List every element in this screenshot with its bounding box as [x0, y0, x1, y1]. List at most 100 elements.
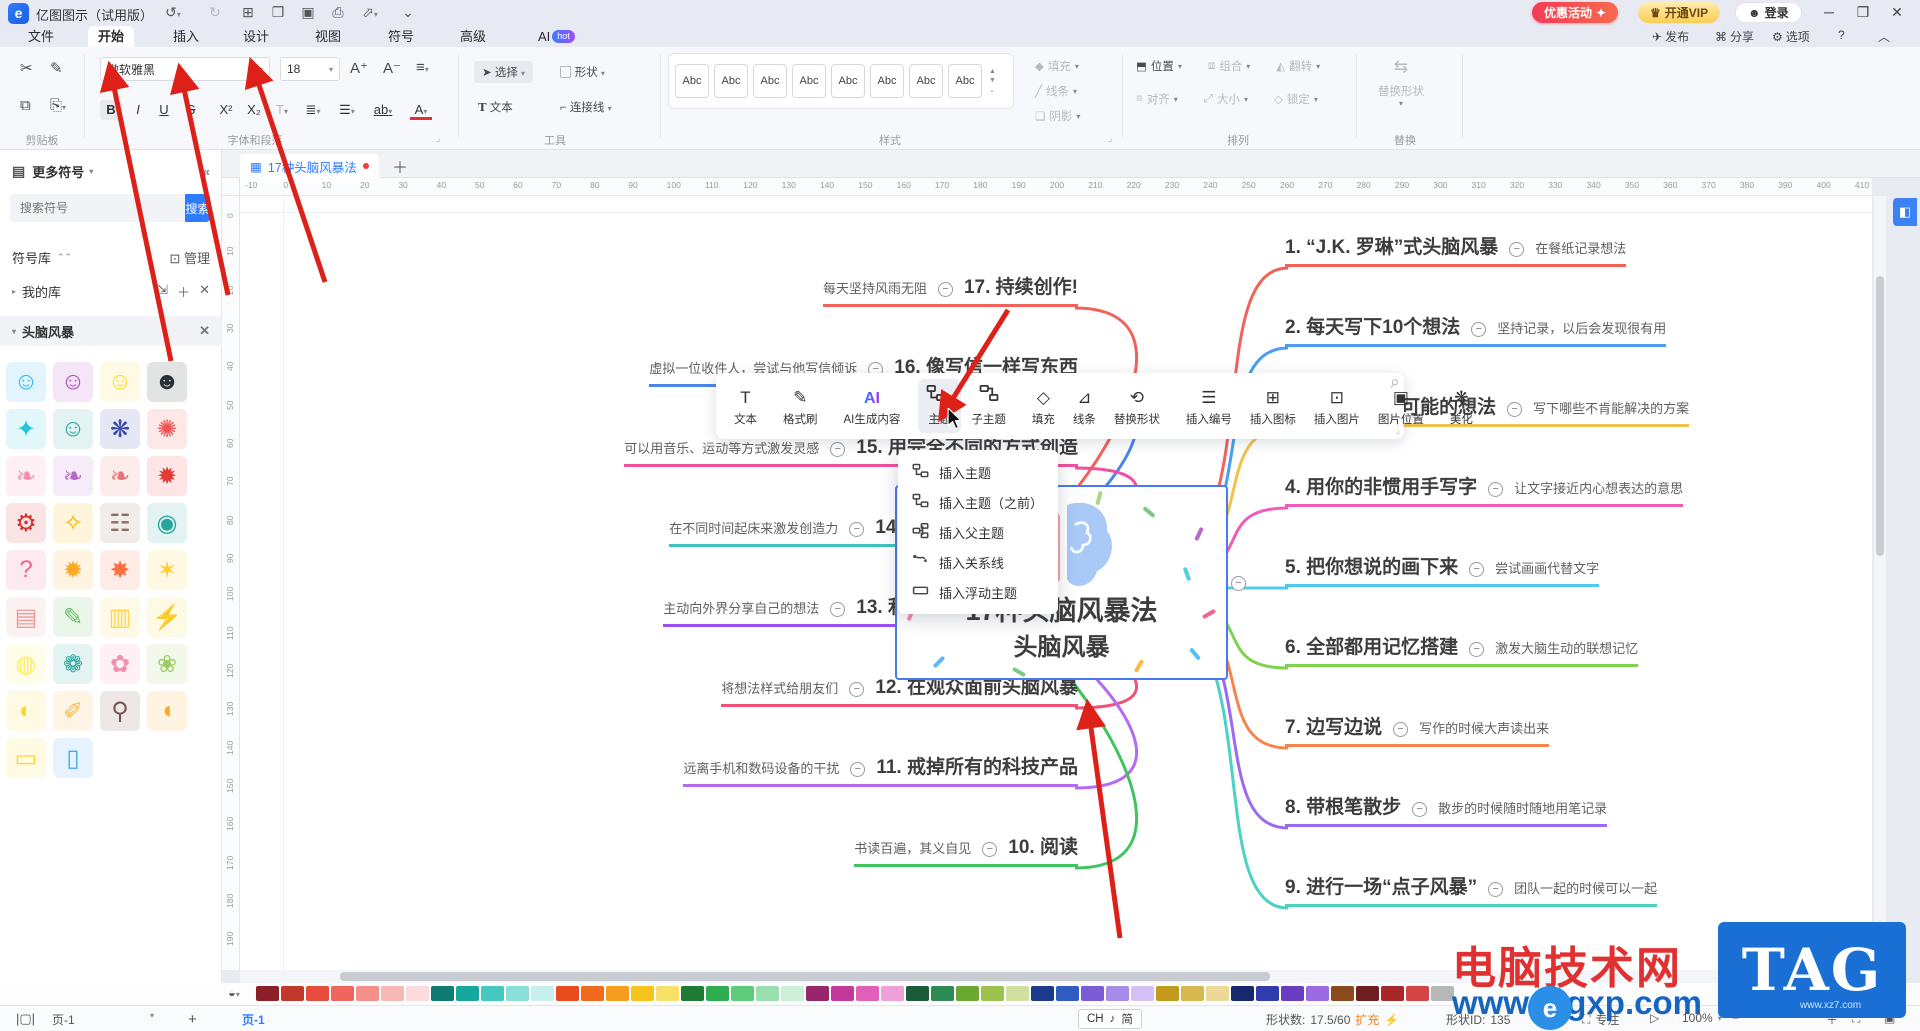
symbol-sticker[interactable]: ☺ — [53, 362, 93, 402]
palette-color[interactable] — [1131, 986, 1154, 1001]
symbol-sticker[interactable]: ▯ — [53, 738, 93, 778]
tab-设计[interactable]: 设计 — [233, 26, 279, 47]
palette-color[interactable] — [581, 986, 604, 1001]
ft-插入图片-button[interactable]: ⊡ 插入图片 — [1306, 379, 1368, 433]
palette-color[interactable] — [656, 986, 679, 1001]
format-painter-icon[interactable]: ✎ — [50, 59, 63, 77]
line-menu[interactable]: ╱ 线条 ▾ — [1035, 83, 1077, 99]
palette-color[interactable] — [406, 986, 429, 1001]
ft-插入编号-button[interactable]: ☰ 插入编号 — [1178, 379, 1240, 433]
palette-color[interactable] — [481, 986, 504, 1001]
menu-item-插入主题（之前）[interactable]: 插入主题（之前） — [898, 487, 1058, 517]
quick-access-more-icon[interactable]: ⌄ — [398, 4, 418, 21]
increase-font-icon[interactable]: A⁺ — [350, 59, 368, 77]
palette-color[interactable] — [1256, 986, 1279, 1001]
symbol-sticker[interactable]: ◉ — [147, 503, 187, 543]
style-swatch[interactable]: Abc — [831, 64, 865, 98]
palette-color[interactable] — [681, 986, 704, 1001]
ft-文本-button[interactable]: T 文本 — [726, 379, 765, 433]
ft-AI生成内容-button[interactable]: AI AI生成内容 — [836, 379, 909, 433]
palette-color[interactable] — [506, 986, 529, 1001]
copy-icon[interactable]: ⧉ — [20, 97, 31, 114]
palette-color[interactable] — [831, 986, 854, 1001]
more-symbols-menu[interactable]: ▤ 更多符号 ▾ « — [0, 158, 222, 184]
palette-color[interactable] — [856, 986, 879, 1001]
palette-color[interactable] — [1381, 986, 1404, 1001]
symbol-search-button[interactable]: 搜索 — [185, 194, 210, 222]
menu-item-插入主题[interactable]: 插入主题 — [898, 457, 1058, 487]
palette-color[interactable] — [1231, 986, 1254, 1001]
ft-替换形状-button[interactable]: ⟲ 替换形状 — [1106, 379, 1168, 433]
style-swatch[interactable]: Abc — [948, 64, 982, 98]
symbol-sticker[interactable]: ❁ — [53, 644, 93, 684]
symbol-sticker[interactable]: ⚲ — [100, 691, 140, 731]
style-swatch[interactable]: Abc — [675, 64, 709, 98]
palette-color[interactable] — [356, 986, 379, 1001]
symbol-sticker[interactable]: ▭ — [6, 738, 46, 778]
ft-图片位置-button[interactable]: ▣ 图片位置 — [1370, 379, 1432, 433]
tab-高级[interactable]: 高级 — [450, 26, 496, 47]
maximize-button[interactable]: ❐ — [1852, 4, 1874, 21]
add-library-icon[interactable]: ＋ — [177, 282, 190, 301]
underline-button[interactable]: U — [153, 100, 175, 120]
symbol-sticker[interactable]: ❧ — [100, 456, 140, 496]
style-swatch[interactable]: Abc — [870, 64, 904, 98]
line-spacing-button[interactable]: ≣▾ — [302, 100, 324, 120]
symbol-sticker[interactable]: ✸ — [100, 550, 140, 590]
layers-button[interactable]: |▢| — [16, 1011, 35, 1027]
palette-color[interactable] — [956, 986, 979, 1001]
style-more-icon[interactable]: ⌄ — [989, 86, 996, 94]
palette-color[interactable] — [456, 986, 479, 1001]
palette-color[interactable] — [1406, 986, 1429, 1001]
palette-color[interactable] — [1181, 986, 1204, 1001]
palette-color[interactable] — [1306, 986, 1329, 1001]
palette-color[interactable] — [1356, 986, 1379, 1001]
close-library-icon[interactable]: ✕ — [199, 282, 210, 301]
symbol-sticker[interactable]: ◖ — [147, 691, 187, 731]
palette-color[interactable] — [1281, 986, 1304, 1001]
tab-AI[interactable]: AI hot — [528, 26, 585, 47]
save-icon[interactable]: ▣ — [298, 4, 318, 21]
promo-button[interactable]: 优惠活动 ✦ — [1532, 2, 1619, 23]
my-library-row[interactable]: ▸ 我的库 ⇲ ＋ ✕ — [0, 280, 222, 302]
arrange-翻转[interactable]: ◭ 翻转 ▾ — [1276, 58, 1320, 74]
italic-button[interactable]: I — [127, 100, 149, 120]
minimize-button[interactable]: ─ — [1818, 4, 1840, 20]
menu-right-help-icon[interactable]: ? — [1838, 28, 1845, 42]
text-effect-button[interactable]: T▾ — [271, 100, 293, 120]
palette-color[interactable] — [606, 986, 629, 1001]
palette-color[interactable] — [1206, 986, 1229, 1001]
open-file-icon[interactable]: ❒ — [268, 4, 288, 21]
palette-color[interactable] — [931, 986, 954, 1001]
login-button[interactable]: ☻ 登录 — [1735, 2, 1802, 23]
symbol-sticker[interactable]: ☺ — [100, 362, 140, 402]
vertical-scrollbar[interactable] — [1874, 196, 1886, 970]
palette-color[interactable] — [531, 986, 554, 1001]
expand-font-group-icon[interactable]: ⌟ — [436, 133, 440, 144]
tab-文件[interactable]: 文件 — [18, 26, 64, 47]
arrange-锁定[interactable]: ◇ 锁定 ▾ — [1274, 91, 1318, 107]
symbol-sticker[interactable]: ✺ — [147, 409, 187, 449]
vip-button[interactable]: ♛ 开通VIP — [1638, 2, 1721, 23]
font-color-button[interactable]: A▾ — [410, 100, 432, 120]
symbol-sticker[interactable]: ☻ — [147, 362, 187, 402]
palette-color[interactable] — [431, 986, 454, 1001]
symbol-sticker[interactable]: ✐ — [53, 691, 93, 731]
strikethrough-button[interactable]: S — [180, 100, 202, 120]
symbol-sticker[interactable]: ☷ — [100, 503, 140, 543]
symbol-sticker[interactable]: ✦ — [6, 409, 46, 449]
palette-color[interactable] — [331, 986, 354, 1001]
style-swatch[interactable]: Abc — [792, 64, 826, 98]
symbol-sticker[interactable]: ⚙ — [6, 503, 46, 543]
add-page-button[interactable]: + — [188, 1011, 197, 1028]
palette-color[interactable] — [731, 986, 754, 1001]
ft-格式刷-button[interactable]: ✎ 格式刷 — [775, 379, 826, 433]
palette-color[interactable] — [1106, 986, 1129, 1001]
superscript-button[interactable]: X² — [215, 100, 237, 120]
symbol-sticker[interactable]: ☺ — [53, 409, 93, 449]
style-scroll-up-icon[interactable]: ▲ — [989, 68, 996, 75]
symbol-sticker[interactable]: ❧ — [6, 456, 46, 496]
palette-color[interactable] — [981, 986, 1004, 1001]
highlight-button[interactable]: ab▾ — [372, 100, 394, 120]
palette-color[interactable] — [781, 986, 804, 1001]
